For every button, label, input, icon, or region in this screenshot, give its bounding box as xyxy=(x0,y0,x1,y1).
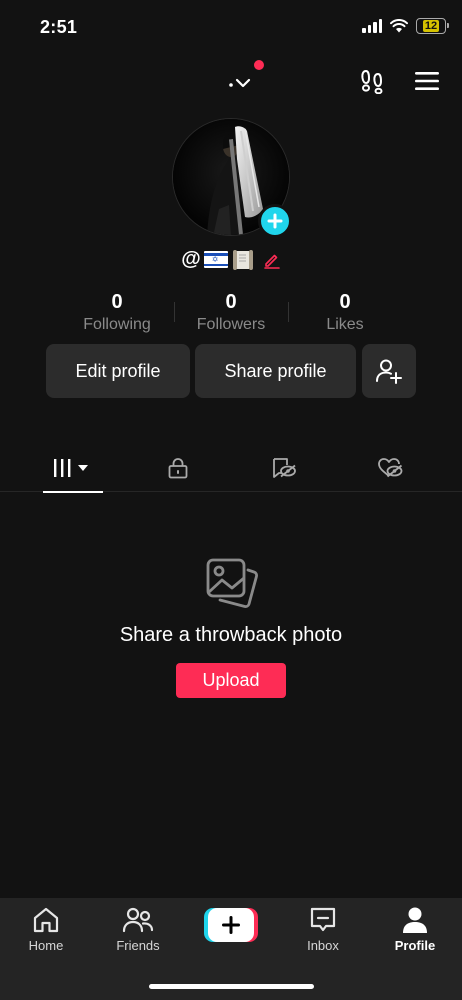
friends-icon xyxy=(122,907,154,933)
home-icon xyxy=(33,907,59,933)
stat-value: 0 xyxy=(339,291,351,313)
nav-profile[interactable]: Profile xyxy=(380,906,450,953)
username-at: @ xyxy=(181,248,201,270)
stat-following[interactable]: 0 Following xyxy=(60,290,174,340)
nav-label: Home xyxy=(28,938,64,953)
username-row: @ ✡ xyxy=(0,248,462,271)
tab-liked[interactable] xyxy=(360,444,420,492)
edit-username-icon[interactable] xyxy=(263,251,281,269)
add-user-icon xyxy=(376,359,402,384)
nav-label: Inbox xyxy=(307,938,339,953)
stat-likes[interactable]: 0 Likes xyxy=(288,290,402,340)
nav-label: Profile xyxy=(394,938,436,953)
stat-value: 0 xyxy=(225,291,237,313)
nav-label: Friends xyxy=(116,938,160,953)
stat-label: Likes xyxy=(326,316,364,333)
edit-profile-button[interactable]: Edit profile xyxy=(46,344,190,398)
profile-icon xyxy=(403,907,427,933)
home-indicator xyxy=(149,984,314,989)
menu-icon[interactable] xyxy=(414,70,440,92)
profile-stats: 0 Following 0 Followers 0 Likes xyxy=(60,290,402,340)
footprint-icon[interactable] xyxy=(360,68,386,94)
nav-home[interactable]: Home xyxy=(11,906,81,953)
liked-hidden-icon xyxy=(378,458,403,478)
signal-icon xyxy=(362,19,382,33)
nav-friends[interactable]: Friends xyxy=(103,906,173,953)
stat-label: Following xyxy=(83,316,151,333)
israel-flag-icon: ✡ xyxy=(203,251,228,268)
tab-videos[interactable] xyxy=(43,444,103,493)
content-tabs xyxy=(0,444,462,493)
upload-button[interactable]: Upload xyxy=(176,663,286,698)
stat-value: 0 xyxy=(111,291,123,313)
status-icons: 12 xyxy=(362,18,449,34)
scroll-icon xyxy=(232,249,253,270)
empty-state-title: Share a throwback photo xyxy=(119,624,343,646)
plus-icon xyxy=(267,213,283,229)
status-bar: 2:51 12 xyxy=(0,0,462,56)
nav-inbox[interactable]: Inbox xyxy=(288,906,358,953)
reposts-icon xyxy=(273,458,296,478)
lock-icon xyxy=(168,458,188,479)
status-time: 2:51 xyxy=(40,17,78,37)
stat-followers[interactable]: 0 Followers xyxy=(174,290,288,340)
inbox-icon xyxy=(310,907,336,932)
battery-level: 12 xyxy=(422,20,440,32)
battery-icon: 12 xyxy=(416,18,449,34)
tab-reposts[interactable] xyxy=(254,444,314,492)
active-tab-indicator xyxy=(43,491,103,493)
add-avatar-button[interactable] xyxy=(258,204,292,238)
notification-dot xyxy=(254,60,264,70)
videos-grid-icon xyxy=(54,459,88,477)
stat-label: Followers xyxy=(196,316,266,333)
wifi-icon xyxy=(390,19,408,33)
tab-private[interactable] xyxy=(148,444,208,492)
create-button[interactable] xyxy=(204,908,258,942)
account-switch-icon[interactable] xyxy=(226,66,266,96)
photos-icon xyxy=(206,558,258,608)
share-profile-button[interactable]: Share profile xyxy=(195,344,356,398)
add-friend-button[interactable] xyxy=(362,344,416,398)
